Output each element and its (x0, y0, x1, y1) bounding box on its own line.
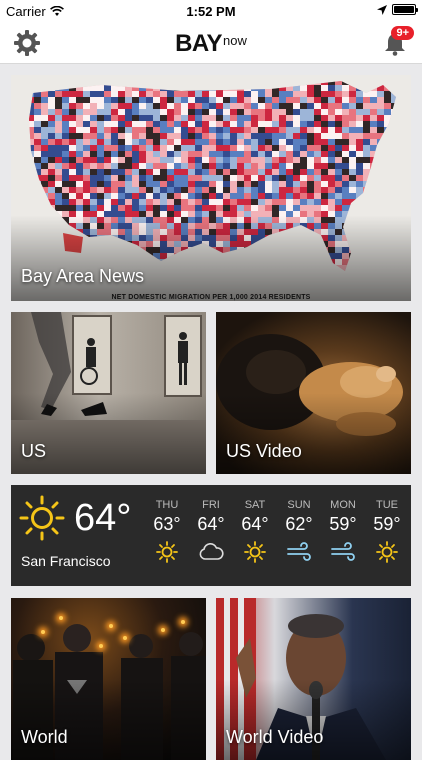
tile-us-video[interactable]: US Video (216, 312, 411, 474)
forecast-day-label: THU (155, 499, 179, 511)
sun-icon (244, 541, 266, 563)
forecast-day: TUE 59° (365, 499, 409, 563)
city-name: San Francisco (21, 553, 111, 569)
forecast-day: MON 59° (321, 499, 365, 563)
location-arrow-icon (377, 4, 387, 15)
forecast-day-label: MON (330, 499, 356, 511)
tile-us[interactable]: US (11, 312, 206, 474)
wind-icon (287, 542, 311, 561)
map-note: NET DOMESTIC MIGRATION PER 1,000 2014 RE… (111, 294, 311, 301)
forecast-day: THU 63° (145, 499, 189, 563)
tile-caption: US (21, 441, 47, 461)
logo-sup: now (223, 32, 247, 48)
tile-world[interactable]: World (11, 598, 206, 760)
sun-icon (19, 495, 65, 541)
tile-caption: World (21, 727, 68, 747)
tile-caption: US Video (226, 441, 302, 461)
tile-caption: World Video (226, 727, 324, 747)
app-logo: BAYnow (0, 30, 422, 58)
forecast-day: SUN 62° (277, 499, 321, 563)
current-temperature: 64° (74, 497, 132, 539)
forecast-temp: 63° (153, 514, 181, 534)
logo-main: BAY (175, 30, 223, 57)
sun-icon (156, 541, 178, 563)
forecast-day-label: SAT (244, 499, 266, 511)
forecast-temp: 59° (373, 514, 401, 534)
sun-icon (376, 541, 398, 563)
tile-bay-area-news[interactable]: Bay Area News NET DOMESTIC MIGRATION PER… (11, 75, 411, 301)
tile-world-video[interactable]: World Video (216, 598, 411, 760)
notification-badge: 9+ (391, 26, 414, 40)
forecast-temp: 62° (285, 514, 313, 534)
tile-caption: Bay Area News (21, 266, 145, 286)
forecast-temp: 59° (329, 514, 357, 534)
forecast-day-label: SUN (287, 499, 311, 511)
weather-widget[interactable]: 64° San Francisco THU 63° FRI 64° SAT 64… (11, 485, 411, 586)
app-header: BAYnow 9+ (0, 22, 422, 64)
forecast-row: THU 63° FRI 64° SAT 64° SUN 62° MON 59° … (145, 499, 409, 563)
wind-icon (331, 542, 355, 561)
forecast-temp: 64° (197, 514, 225, 534)
battery-icon (392, 4, 418, 15)
forecast-day: FRI 64° (189, 499, 233, 563)
forecast-day-label: FRI (202, 499, 220, 511)
forecast-day-label: TUE (376, 499, 398, 511)
forecast-day: SAT 64° (233, 499, 277, 563)
clock: 1:52 PM (186, 4, 236, 19)
cloud-icon (199, 542, 224, 560)
forecast-temp: 64° (241, 514, 269, 534)
status-bar: Carrier 1:52 PM (0, 0, 422, 22)
